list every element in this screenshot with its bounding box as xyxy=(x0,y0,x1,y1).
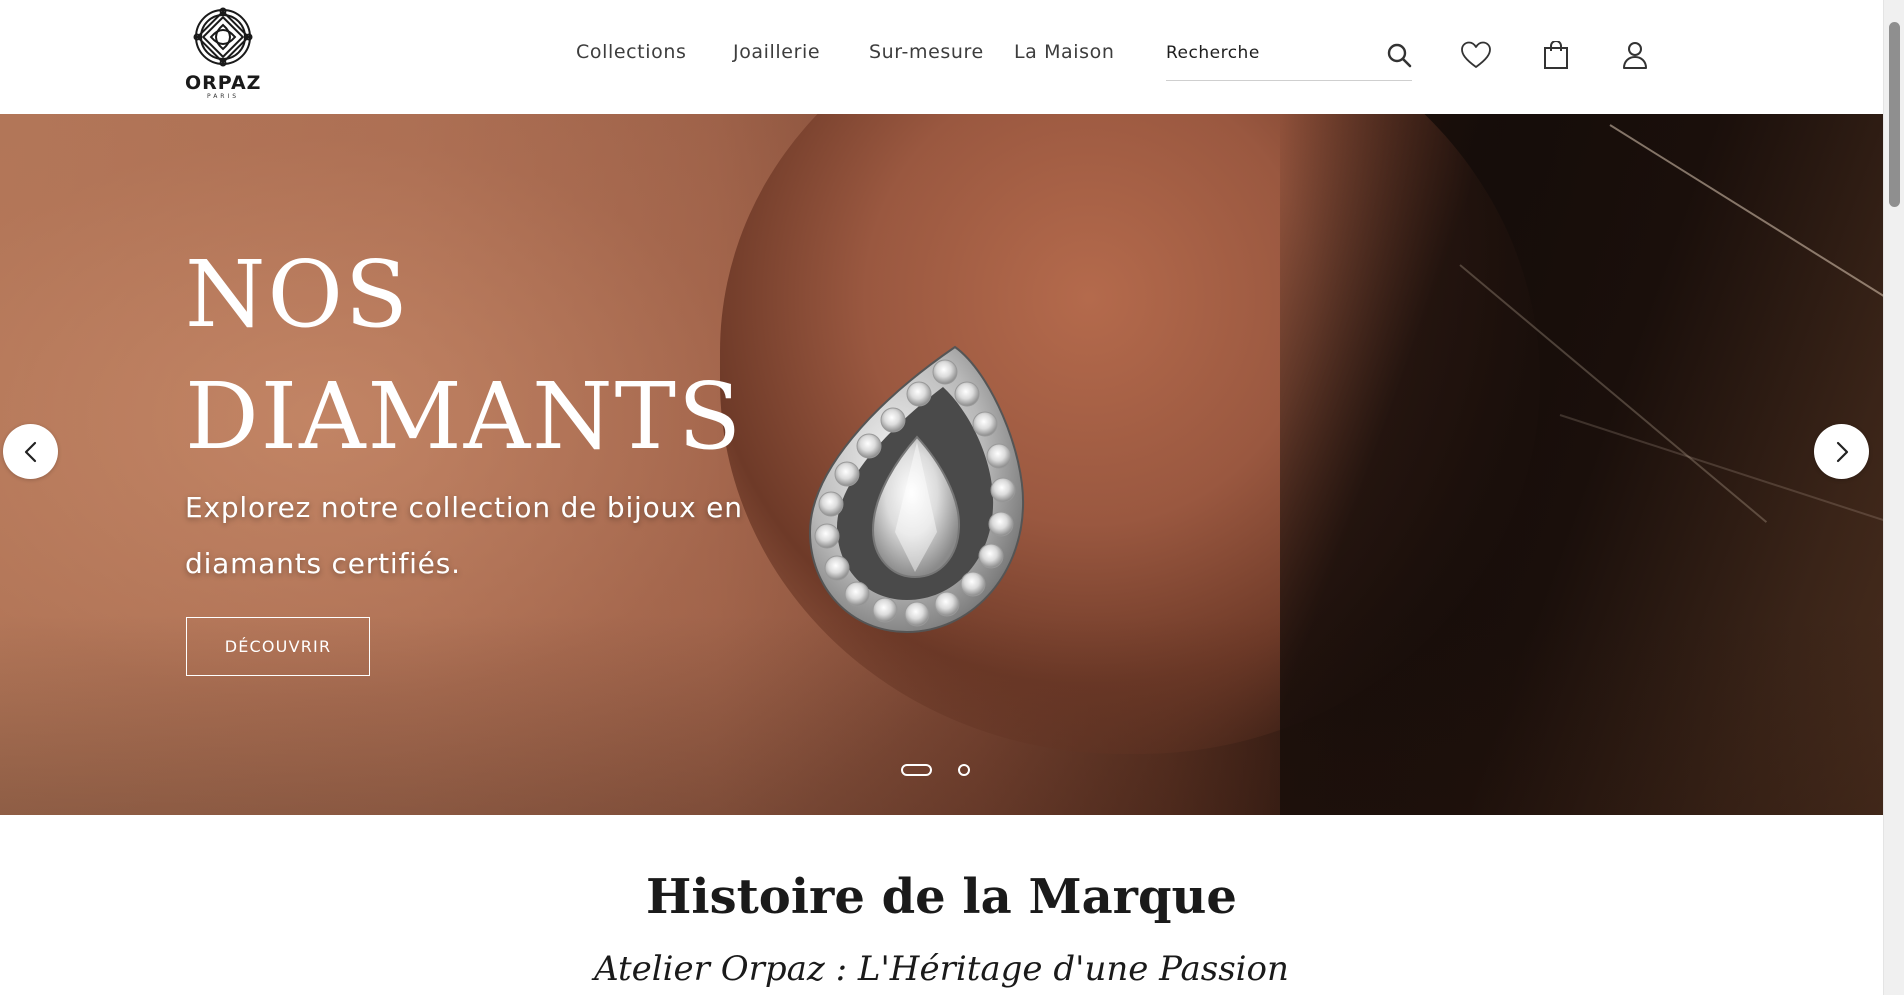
slider-next-button[interactable] xyxy=(1814,424,1869,479)
slider-dot-1-active[interactable] xyxy=(901,764,932,776)
chevron-left-icon xyxy=(24,441,36,462)
hero-title: NOS DIAMANTS xyxy=(185,234,885,478)
shopping-bag-icon xyxy=(1544,41,1568,69)
nav-item-sur-mesure[interactable]: Sur-mesure xyxy=(869,41,984,63)
logo-subtitle: PARIS xyxy=(206,93,240,100)
section-subtitle: Atelier Orpaz : L'Héritage d'une Passion xyxy=(594,949,1289,989)
scrollbar-thumb[interactable] xyxy=(1889,22,1900,207)
slider-prev-button[interactable] xyxy=(3,424,58,479)
nav-item-collections[interactable]: Collections xyxy=(576,41,686,63)
slider-pagination xyxy=(0,763,1883,777)
discover-button[interactable]: DÉCOUVRIR xyxy=(186,617,370,676)
cart-button[interactable] xyxy=(1539,38,1573,72)
section-title: Histoire de la Marque xyxy=(646,869,1237,925)
logo-emblem-icon xyxy=(193,7,253,67)
brand-logo[interactable]: ORPAZ PARIS xyxy=(185,5,261,105)
heart-icon xyxy=(1461,41,1491,68)
search-bar xyxy=(1166,38,1412,81)
search-button[interactable] xyxy=(1384,40,1414,70)
slider-dot-2[interactable] xyxy=(958,764,970,776)
hero-slider: NOS DIAMANTS Explorez notre collection d… xyxy=(0,114,1883,815)
user-icon xyxy=(1623,42,1647,69)
account-button[interactable] xyxy=(1618,38,1652,72)
wishlist-button[interactable] xyxy=(1459,38,1493,72)
hero-subtitle: Explorez notre collection de bijoux en d… xyxy=(185,480,805,592)
nav-item-joaillerie[interactable]: Joaillerie xyxy=(733,41,820,63)
site-header: ORPAZ PARIS Collections Joaillerie Sur-m… xyxy=(0,0,1883,114)
hero-title-line1: NOS xyxy=(185,241,410,348)
logo-wordmark: ORPAZ xyxy=(185,72,262,94)
hero-subtitle-line1: Explorez notre collection de bijoux en xyxy=(185,491,743,524)
page-scrollbar[interactable] xyxy=(1883,0,1904,995)
search-icon xyxy=(1387,43,1412,68)
hero-subtitle-line2: diamants certifiés. xyxy=(185,547,461,580)
search-input[interactable] xyxy=(1166,38,1366,68)
nav-item-la-maison[interactable]: La Maison xyxy=(1014,41,1115,63)
hero-title-line2: DIAMANTS xyxy=(185,363,744,470)
chevron-right-icon xyxy=(1836,441,1848,462)
